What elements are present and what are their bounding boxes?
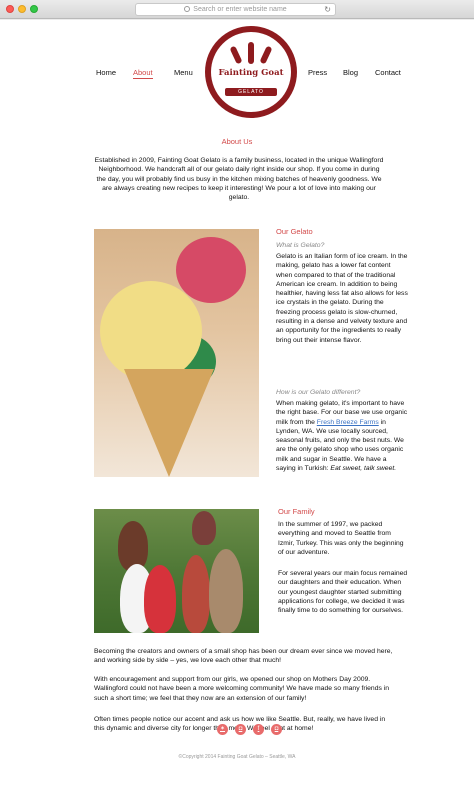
- window-titlebar: Search or enter website name ↻: [0, 0, 474, 19]
- instagram-icon[interactable]: ◘: [271, 724, 282, 735]
- facebook-icon[interactable]: f: [253, 724, 264, 735]
- nav-contact[interactable]: Contact: [375, 68, 401, 77]
- reload-icon[interactable]: ↻: [324, 4, 331, 16]
- logo-tagline: GELATO: [225, 88, 277, 96]
- turkish-saying: Eat sweet, talk sweet.: [330, 465, 397, 473]
- address-bar[interactable]: Search or enter website name ↻: [135, 3, 336, 16]
- site-logo[interactable]: Fainting Goat GELATO: [205, 26, 297, 118]
- zoom-window-button[interactable]: [30, 5, 38, 13]
- strawberry-scoop: [176, 237, 246, 303]
- web-page: Home About Menu Press Blog Contact Faint…: [0, 20, 474, 800]
- person: [144, 565, 176, 633]
- gelato-answer-2: When making gelato, it's important to ha…: [276, 399, 408, 473]
- instagram-icon[interactable]: ◘: [235, 724, 246, 735]
- about-heading: About Us: [221, 137, 253, 146]
- minimize-window-button[interactable]: [18, 5, 26, 13]
- gelato-heading: Our Gelato: [276, 227, 313, 236]
- close-window-button[interactable]: [6, 5, 14, 13]
- gelato-cone-photo: [94, 229, 259, 477]
- gelato-answer-1: Gelato is an Italian form of ice cream. …: [276, 253, 408, 344]
- family-paragraph-1: In the summer of 1997, we packed everyth…: [278, 521, 404, 556]
- footer-copyright: ©Copyright 2014 Fainting Goat Gelato – S…: [178, 754, 296, 760]
- gelato-question-1: What is Gelato?: [276, 242, 325, 249]
- nav-blog[interactable]: Blog: [343, 68, 358, 77]
- nav-home[interactable]: Home: [96, 68, 116, 77]
- person: [209, 549, 243, 633]
- family-heading: Our Family: [278, 507, 315, 516]
- logo-name: Fainting Goat: [218, 68, 284, 78]
- gelato-question-2: How is our Gelato different?: [276, 389, 361, 396]
- family-photo: [94, 509, 259, 633]
- nav-about[interactable]: About: [133, 68, 153, 79]
- about-intro: Established in 2009, Fainting Goat Gelat…: [94, 157, 384, 202]
- lemon-scoop: [100, 281, 202, 381]
- person: [118, 521, 148, 571]
- family-paragraph-4: With encouragement and support from our …: [94, 676, 390, 702]
- logo-inner: Fainting Goat GELATO: [211, 32, 291, 112]
- waffle-cone: [124, 369, 214, 477]
- fresh-breeze-farms-link[interactable]: Fresh Breeze Farms: [317, 419, 379, 426]
- family-paragraph-3: Becoming the creators and owners of a sm…: [94, 648, 393, 665]
- magnifier-icon: [184, 6, 191, 12]
- goat-horn-icon: [259, 45, 273, 65]
- goat-horn-icon: [229, 45, 243, 65]
- family-paragraph-2: For several years our main focus remaine…: [278, 570, 408, 615]
- nav-press[interactable]: Press: [308, 68, 327, 77]
- nav-menu[interactable]: Menu: [174, 68, 193, 77]
- address-placeholder: Search or enter website name: [193, 6, 287, 13]
- person: [192, 511, 216, 545]
- goat-horn-icon: [248, 42, 254, 64]
- yelp-icon[interactable]: ✶: [217, 724, 228, 735]
- person: [182, 555, 210, 633]
